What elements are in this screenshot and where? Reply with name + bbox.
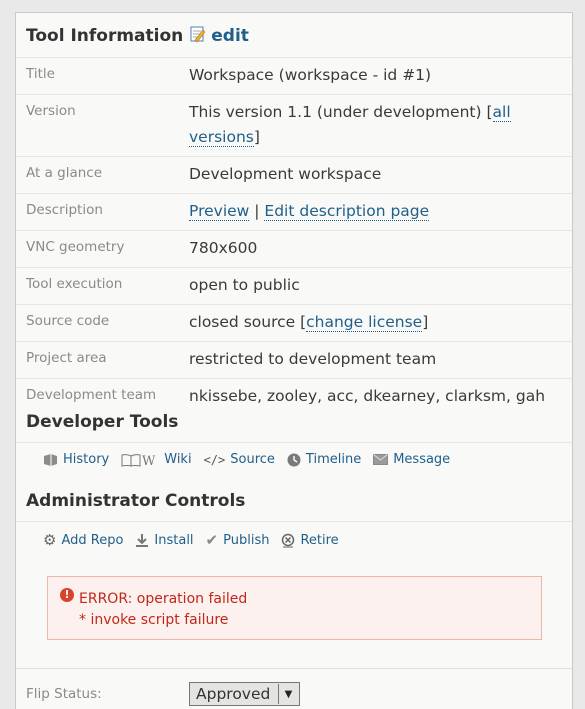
wiki-label: Wiki [164,452,192,467]
admin-controls-section: Administrator Controls ⚙ Add Repo Instal… [16,491,572,549]
row-value: open to public [189,276,300,294]
error-text: ERROR: operation failed * invoke script … [79,589,247,631]
description-separator: | [249,202,265,220]
row-project-area: Project area restricted to development t… [16,341,572,378]
source-text: closed source [ [189,313,307,331]
chevron-down-icon[interactable]: ▼ [278,684,298,704]
row-label: Title [26,66,55,82]
source-button[interactable]: </> Source [204,452,275,467]
edit-link[interactable]: edit [188,26,249,46]
history-button[interactable]: History [43,452,109,467]
developer-toolbar: History W Wiki </> Source Timeline Messa… [43,452,462,467]
flip-status-row: Flip Status: Approved ▼ [16,668,572,709]
retire-icon [282,533,295,547]
edit-description-link[interactable]: Edit description page [264,202,430,221]
wiki-button[interactable]: W Wiki [121,452,192,467]
history-icon [44,454,57,466]
history-label: History [63,452,110,467]
retire-button[interactable]: Retire [281,532,339,548]
gear-icon: ⚙ [43,531,57,549]
row-label: At a glance [26,165,103,181]
timeline-label: Timeline [305,452,362,467]
source-suffix: ] [422,313,429,331]
error-message: ! ERROR: operation failed * invoke scrip… [47,576,542,640]
row-label: Description [26,202,103,218]
edit-label: edit [211,26,249,46]
admin-toolbar: ⚙ Add Repo Install ✔ Publish Retire [43,531,351,549]
row-title: Title Workspace (workspace - id #1) [16,57,572,94]
add-repo-label: Add Repo [61,532,124,548]
row-value: Preview | Edit description page [189,199,572,224]
add-repo-button[interactable]: ⚙ Add Repo [43,531,123,549]
row-value: restricted to development team [189,350,437,368]
svg-text:W: W [142,454,156,467]
row-label: Source code [26,313,110,329]
admin-controls-title: Administrator Controls [26,491,246,511]
developer-tools-section: Developer Tools History W Wiki </> Sourc… [16,412,572,467]
row-value: closed source [change license] [189,310,572,335]
message-label: Message [393,452,451,467]
row-value: nkissebe, zooley, acc, dkearney, clarksm… [189,387,546,405]
row-value: 780x600 [189,239,258,257]
row-description: Description Preview | Edit description p… [16,193,572,230]
retire-label: Retire [300,532,339,548]
timeline-icon [287,453,301,466]
install-label: Install [154,532,194,548]
row-label: Project area [26,350,107,366]
row-development-team: Development team nkissebe, zooley, acc, … [16,378,572,415]
flip-status-select[interactable]: Approved ▼ [189,682,300,706]
row-value: This version 1.1 (under development) [al… [189,100,572,150]
flip-status-value: Approved [196,685,271,703]
install-icon [136,533,149,547]
tool-panel: Tool Information edit Title Workspace (w… [15,12,573,709]
checkmark-icon: ✔ [205,531,219,549]
row-value: Workspace (workspace - id #1) [189,66,432,84]
row-label: Version [26,103,76,119]
row-at-a-glance: At a glance Development workspace [16,156,572,193]
tool-info-table: Title Workspace (workspace - id #1) Vers… [16,57,572,415]
row-label: VNC geometry [26,239,125,255]
row-tool-execution: Tool execution open to public [16,267,572,304]
version-suffix: ] [253,128,260,146]
message-button[interactable]: Message [373,452,450,467]
version-text: This version 1.1 (under development) [ [189,103,493,121]
error-icon: ! [60,588,74,602]
row-value: Development workspace [189,165,382,183]
developer-tools-title: Developer Tools [26,412,179,432]
install-button[interactable]: Install [135,532,194,548]
divider [16,442,572,443]
divider [16,521,572,522]
timeline-button[interactable]: Timeline [287,452,361,467]
row-source-code: Source code closed source [change licens… [16,304,572,341]
publish-button[interactable]: ✔ Publish [206,531,270,549]
row-vnc-geometry: VNC geometry 780x600 [16,230,572,267]
row-version: Version This version 1.1 (under developm… [16,94,572,156]
wiki-icon: W [121,454,156,467]
error-line: ERROR: operation failed [79,591,248,607]
publish-label: Publish [223,532,270,548]
message-icon [373,454,389,465]
error-detail: * invoke script failure [79,612,229,628]
tool-info-title: Tool Information [26,26,184,46]
row-label: Development team [26,387,157,403]
tool-info-header: Tool Information edit [16,26,572,46]
source-label: Source [230,452,275,467]
change-license-link[interactable]: change license [306,313,423,332]
source-icon: </> [203,452,226,467]
row-label: Tool execution [26,276,123,292]
flip-status-label: Flip Status: [26,686,102,702]
preview-link[interactable]: Preview [189,202,250,221]
edit-icon [190,26,206,43]
